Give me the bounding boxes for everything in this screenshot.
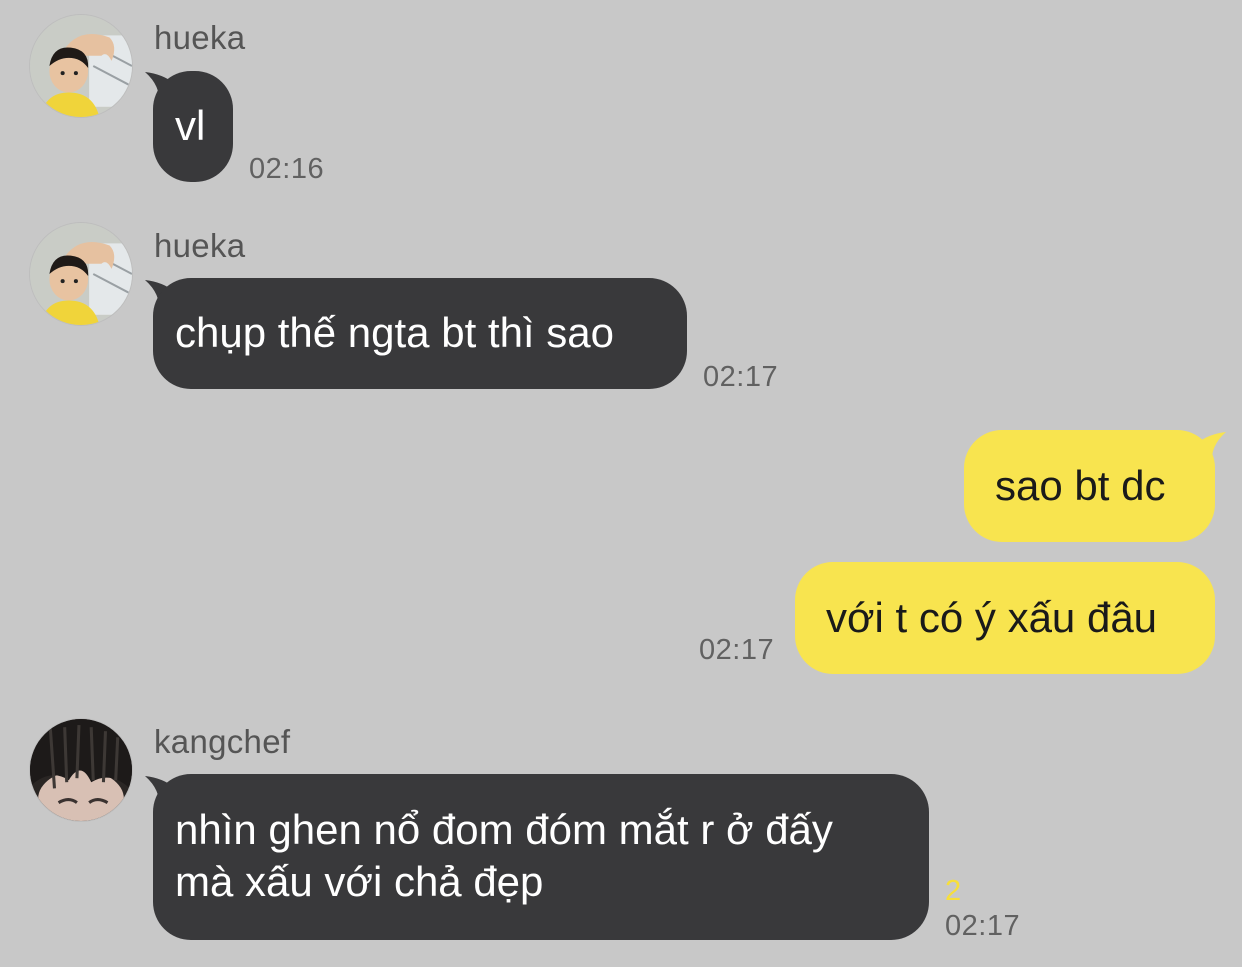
hueka-avatar-photo-icon xyxy=(30,15,132,117)
message-bubble[interactable]: với t có ý xấu đâu xyxy=(795,562,1215,674)
message-text: chụp thế ngta bt thì sao xyxy=(175,309,614,356)
message-text-line: mà xấu với chả đẹp xyxy=(175,858,544,905)
sender-name: hueka xyxy=(154,227,246,264)
hueka-avatar[interactable] xyxy=(30,15,132,117)
sender-name: hueka xyxy=(154,19,246,56)
message-bubble[interactable]: chụp thế ngta bt thì sao xyxy=(153,278,687,389)
message-timestamp: 02:17 xyxy=(699,634,775,666)
message-timestamp: 02:17 xyxy=(703,361,779,393)
message-text: với t có ý xấu đâu xyxy=(826,594,1158,641)
message-timestamp: 02:16 xyxy=(249,153,325,185)
message-text-line: nhìn ghen nổ đom đóm mắt r ở đấy xyxy=(175,806,833,853)
message-bubble[interactable]: nhìn ghen nổ đom đóm mắt r ở đấy mà xấu … xyxy=(153,774,929,940)
message-timestamp: 02:17 xyxy=(945,910,1021,942)
kangchef-avatar-photo-icon xyxy=(30,719,132,821)
kangchef-avatar[interactable] xyxy=(30,719,132,821)
hueka-avatar-photo-icon xyxy=(30,223,132,325)
message-text: vl xyxy=(175,102,206,149)
message-bubble[interactable]: vl xyxy=(153,71,233,182)
message-text: sao bt dc xyxy=(995,462,1166,509)
message-bubble[interactable]: sao bt dc xyxy=(964,430,1215,542)
sender-name: kangchef xyxy=(154,723,291,760)
unread-count-badge: 2 xyxy=(945,875,962,907)
hueka-avatar[interactable] xyxy=(30,223,132,325)
